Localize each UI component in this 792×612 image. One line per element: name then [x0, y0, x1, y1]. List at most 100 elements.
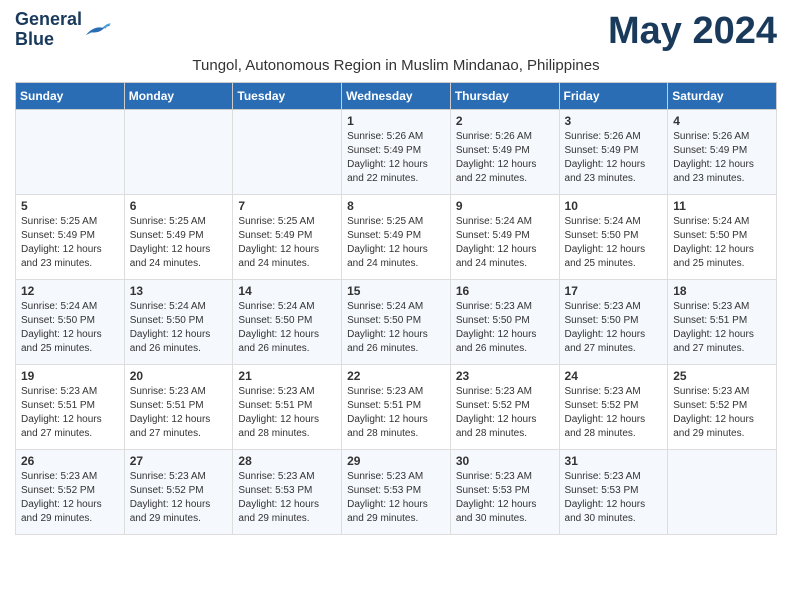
- calendar-cell: 2 Sunrise: 5:26 AM Sunset: 5:49 PM Daylig…: [450, 110, 559, 195]
- day-number: 12: [21, 284, 119, 298]
- day-detail: Sunrise: 5:23 AM Sunset: 5:53 PM Dayligh…: [456, 470, 554, 526]
- day-detail: Sunrise: 5:25 AM Sunset: 5:49 PM Dayligh…: [130, 215, 228, 271]
- day-number: 18: [673, 284, 771, 298]
- day-detail: Sunrise: 5:23 AM Sunset: 5:53 PM Dayligh…: [347, 470, 445, 526]
- calendar-cell: 21 Sunrise: 5:23 AM Sunset: 5:51 PM Dayli…: [233, 365, 342, 450]
- day-detail: Sunrise: 5:23 AM Sunset: 5:52 PM Dayligh…: [565, 385, 663, 441]
- day-number: 28: [238, 454, 336, 468]
- day-number: 22: [347, 369, 445, 383]
- day-number: 26: [21, 454, 119, 468]
- header-day-saturday: Saturday: [668, 83, 777, 110]
- calendar-cell: [124, 110, 233, 195]
- day-number: 30: [456, 454, 554, 468]
- week-row-3: 12 Sunrise: 5:24 AM Sunset: 5:50 PM Dayli…: [16, 280, 777, 365]
- day-detail: Sunrise: 5:24 AM Sunset: 5:50 PM Dayligh…: [565, 215, 663, 271]
- day-number: 19: [21, 369, 119, 383]
- day-detail: Sunrise: 5:23 AM Sunset: 5:52 PM Dayligh…: [673, 385, 771, 441]
- week-row-4: 19 Sunrise: 5:23 AM Sunset: 5:51 PM Dayli…: [16, 365, 777, 450]
- calendar-cell: 25 Sunrise: 5:23 AM Sunset: 5:52 PM Dayli…: [668, 365, 777, 450]
- day-detail: Sunrise: 5:23 AM Sunset: 5:52 PM Dayligh…: [456, 385, 554, 441]
- calendar-cell: 7 Sunrise: 5:25 AM Sunset: 5:49 PM Daylig…: [233, 195, 342, 280]
- calendar-cell: 18 Sunrise: 5:23 AM Sunset: 5:51 PM Dayli…: [668, 280, 777, 365]
- day-detail: Sunrise: 5:23 AM Sunset: 5:53 PM Dayligh…: [565, 470, 663, 526]
- day-detail: Sunrise: 5:26 AM Sunset: 5:49 PM Dayligh…: [565, 130, 663, 186]
- day-number: 9: [456, 199, 554, 213]
- week-row-2: 5 Sunrise: 5:25 AM Sunset: 5:49 PM Daylig…: [16, 195, 777, 280]
- calendar-cell: 14 Sunrise: 5:24 AM Sunset: 5:50 PM Dayli…: [233, 280, 342, 365]
- day-number: 2: [456, 114, 554, 128]
- day-detail: Sunrise: 5:24 AM Sunset: 5:50 PM Dayligh…: [673, 215, 771, 271]
- day-detail: Sunrise: 5:23 AM Sunset: 5:51 PM Dayligh…: [673, 300, 771, 356]
- day-detail: Sunrise: 5:25 AM Sunset: 5:49 PM Dayligh…: [238, 215, 336, 271]
- day-detail: Sunrise: 5:23 AM Sunset: 5:53 PM Dayligh…: [238, 470, 336, 526]
- calendar-cell: 29Sunrise: 5:23 AM Sunset: 5:53 PM Dayli…: [342, 450, 451, 535]
- logo: GeneralBlue: [15, 10, 112, 50]
- day-number: 23: [456, 369, 554, 383]
- calendar-cell: 17 Sunrise: 5:23 AM Sunset: 5:50 PM Dayli…: [559, 280, 668, 365]
- day-number: 31: [565, 454, 663, 468]
- header-day-friday: Friday: [559, 83, 668, 110]
- calendar-cell: 19 Sunrise: 5:23 AM Sunset: 5:51 PM Dayli…: [16, 365, 125, 450]
- header-row: SundayMondayTuesdayWednesdayThursdayFrid…: [16, 83, 777, 110]
- day-number: 17: [565, 284, 663, 298]
- day-number: 3: [565, 114, 663, 128]
- calendar-cell: 28 Sunrise: 5:23 AM Sunset: 5:53 PM Dayli…: [233, 450, 342, 535]
- day-detail: Sunrise: 5:23 AM Sunset: 5:51 PM Dayligh…: [347, 385, 445, 441]
- calendar-cell: [16, 110, 125, 195]
- day-number: 11: [673, 199, 771, 213]
- day-detail: Sunrise: 5:26 AM Sunset: 5:49 PM Dayligh…: [673, 130, 771, 186]
- header-day-thursday: Thursday: [450, 83, 559, 110]
- day-detail: Sunrise: 5:23 AM Sunset: 5:51 PM Dayligh…: [238, 385, 336, 441]
- calendar-cell: [668, 450, 777, 535]
- calendar-cell: 8 Sunrise: 5:25 AM Sunset: 5:49 PM Daylig…: [342, 195, 451, 280]
- calendar-cell: 1 Sunrise: 5:26 AM Sunset: 5:49 PM Daylig…: [342, 110, 451, 195]
- logo-text: GeneralBlue: [15, 10, 82, 50]
- day-detail: Sunrise: 5:26 AM Sunset: 5:49 PM Dayligh…: [347, 130, 445, 186]
- day-number: 13: [130, 284, 228, 298]
- day-detail: Sunrise: 5:23 AM Sunset: 5:52 PM Dayligh…: [130, 470, 228, 526]
- calendar-cell: 6 Sunrise: 5:25 AM Sunset: 5:49 PM Daylig…: [124, 195, 233, 280]
- day-number: 4: [673, 114, 771, 128]
- day-number: 27: [130, 454, 228, 468]
- calendar-cell: 22 Sunrise: 5:23 AM Sunset: 5:51 PM Dayli…: [342, 365, 451, 450]
- day-number: 5: [21, 199, 119, 213]
- week-row-1: 1 Sunrise: 5:26 AM Sunset: 5:49 PM Daylig…: [16, 110, 777, 195]
- day-number: 15: [347, 284, 445, 298]
- day-detail: Sunrise: 5:23 AM Sunset: 5:51 PM Dayligh…: [21, 385, 119, 441]
- calendar-cell: 20Sunrise: 5:23 AM Sunset: 5:51 PM Dayli…: [124, 365, 233, 450]
- day-number: 6: [130, 199, 228, 213]
- day-number: 25: [673, 369, 771, 383]
- day-detail: Sunrise: 5:23 AM Sunset: 5:52 PM Dayligh…: [21, 470, 119, 526]
- calendar-cell: 3 Sunrise: 5:26 AM Sunset: 5:49 PM Daylig…: [559, 110, 668, 195]
- header-day-sunday: Sunday: [16, 83, 125, 110]
- day-detail: Sunrise: 5:24 AM Sunset: 5:50 PM Dayligh…: [347, 300, 445, 356]
- calendar-cell: 12 Sunrise: 5:24 AM Sunset: 5:50 PM Dayli…: [16, 280, 125, 365]
- calendar-cell: 16Sunrise: 5:23 AM Sunset: 5:50 PM Dayli…: [450, 280, 559, 365]
- calendar-cell: 15 Sunrise: 5:24 AM Sunset: 5:50 PM Dayli…: [342, 280, 451, 365]
- header-day-tuesday: Tuesday: [233, 83, 342, 110]
- day-detail: Sunrise: 5:23 AM Sunset: 5:50 PM Dayligh…: [565, 300, 663, 356]
- day-number: 1: [347, 114, 445, 128]
- day-detail: Sunrise: 5:24 AM Sunset: 5:50 PM Dayligh…: [130, 300, 228, 356]
- day-detail: Sunrise: 5:26 AM Sunset: 5:49 PM Dayligh…: [456, 130, 554, 186]
- day-detail: Sunrise: 5:24 AM Sunset: 5:49 PM Dayligh…: [456, 215, 554, 271]
- calendar-cell: [233, 110, 342, 195]
- day-number: 10: [565, 199, 663, 213]
- calendar-cell: 4 Sunrise: 5:26 AM Sunset: 5:49 PM Daylig…: [668, 110, 777, 195]
- day-detail: Sunrise: 5:25 AM Sunset: 5:49 PM Dayligh…: [347, 215, 445, 271]
- calendar-cell: 30 Sunrise: 5:23 AM Sunset: 5:53 PM Dayli…: [450, 450, 559, 535]
- day-number: 21: [238, 369, 336, 383]
- day-number: 8: [347, 199, 445, 213]
- location-title: Tungol, Autonomous Region in Muslim Mind…: [15, 57, 777, 74]
- day-number: 14: [238, 284, 336, 298]
- day-number: 20: [130, 369, 228, 383]
- calendar-cell: 9 Sunrise: 5:24 AM Sunset: 5:49 PM Daylig…: [450, 195, 559, 280]
- header-day-wednesday: Wednesday: [342, 83, 451, 110]
- day-number: 24: [565, 369, 663, 383]
- calendar-cell: 24 Sunrise: 5:23 AM Sunset: 5:52 PM Dayli…: [559, 365, 668, 450]
- day-detail: Sunrise: 5:24 AM Sunset: 5:50 PM Dayligh…: [21, 300, 119, 356]
- header: GeneralBlue May 2024: [15, 10, 777, 53]
- day-detail: Sunrise: 5:24 AM Sunset: 5:50 PM Dayligh…: [238, 300, 336, 356]
- day-number: 7: [238, 199, 336, 213]
- calendar-table: SundayMondayTuesdayWednesdayThursdayFrid…: [15, 82, 777, 535]
